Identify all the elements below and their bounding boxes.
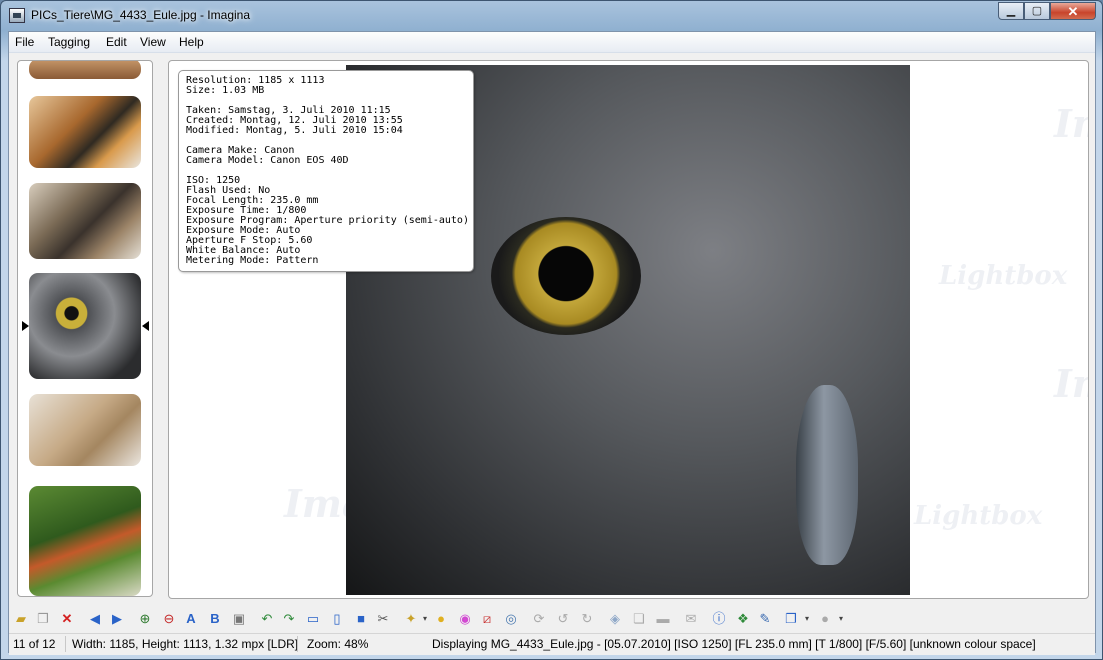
watermark-subtext: Lightbox [939, 261, 1068, 291]
exif-camera-model: Camera Model: Canon EOS 40D [186, 155, 349, 166]
fit-b-icon[interactable]: B [207, 611, 223, 627]
status-dimensions: Width: 1185, Height: 1113, 1.32 mpx [LDR… [72, 637, 299, 651]
chevron-down-icon[interactable]: ▾ [833, 611, 849, 627]
chevron-down-icon[interactable]: ▾ [417, 611, 433, 627]
fit-a-icon[interactable]: A [183, 611, 199, 627]
thumbnail-partial[interactable] [29, 61, 141, 79]
window-title: PICs_Tiere\MG_4433_Eule.jpg - Imagina [31, 8, 250, 22]
sync-icon[interactable]: ⟳ [531, 611, 547, 627]
open-folder-icon[interactable]: ▰ [13, 611, 29, 627]
exif-size: Size: 1.03 MB [186, 85, 265, 96]
undo-icon[interactable]: ↺ [555, 611, 571, 627]
histogram-icon[interactable]: ⧄ [479, 611, 495, 627]
exif-metering: Metering Mode: Pattern [186, 255, 319, 266]
crop-icon[interactable]: ✂ [375, 611, 391, 627]
fit-width-icon[interactable]: ▭ [305, 611, 321, 627]
info-icon[interactable]: ⓘ [711, 611, 727, 627]
pages-icon[interactable]: ❏ [631, 611, 647, 627]
thumbnail-filmstrip[interactable] [17, 60, 153, 597]
tag-icon[interactable]: ◈ [607, 611, 623, 627]
fit-height-icon[interactable]: ▯ [329, 611, 345, 627]
thumbnail-frog[interactable] [29, 486, 141, 596]
zoom-in-icon[interactable]: ⊕ [137, 611, 153, 627]
app-window: PICs_Tiere\MG_4433_Eule.jpg - Imagina ▁ … [0, 0, 1103, 660]
status-bar: 11 of 12 Width: 1185, Height: 1113, 1.32… [9, 633, 1095, 655]
owl-eye [491, 217, 641, 335]
selection-marker-left-icon [22, 321, 29, 331]
menu-help[interactable]: Help [179, 34, 204, 50]
window-controls: ▁ ▢ ✕ [998, 2, 1096, 20]
status-zoom: Zoom: 48% [307, 637, 369, 651]
client-area: File Tagging Edit View Help Imagina Ligh… [8, 31, 1096, 655]
slideshow-icon[interactable]: ❐ [783, 611, 799, 627]
status-info: Displaying MG_4433_Eule.jpg - [05.07.201… [432, 637, 1036, 651]
folder-icon[interactable]: ▬ [655, 611, 671, 627]
toolbar: ▰ ❐ ✕ ◀ ▶ ⊕ ⊖ A B ▣ ↶ ↷ ▭ ▯ ■ ✂ ✦ ▾ ● ◉ … [9, 607, 1095, 631]
menu-tagging[interactable]: Tagging [48, 34, 90, 50]
previous-image-icon[interactable]: ◀ [87, 611, 103, 627]
thumbnail-camel[interactable] [29, 394, 141, 466]
redo-icon[interactable]: ↻ [579, 611, 595, 627]
thumbnail-animal[interactable] [29, 183, 141, 259]
menu-bar: File Tagging Edit View Help [9, 32, 1095, 53]
selection-marker-right-icon [142, 321, 149, 331]
color-wheel-icon[interactable]: ◉ [457, 611, 473, 627]
zoom-out-icon[interactable]: ⊖ [161, 611, 177, 627]
minimize-button[interactable]: ▁ [998, 2, 1024, 20]
rotate-left-icon[interactable]: ↶ [259, 611, 275, 627]
settings-wrench-icon[interactable]: ✎ [757, 611, 773, 627]
owl-beak [796, 385, 858, 565]
watermark-text: Imagina [1054, 101, 1088, 146]
title-bar[interactable]: PICs_Tiere\MG_4433_Eule.jpg - Imagina ▁ … [1, 1, 1102, 31]
camera-icon[interactable]: ▣ [231, 611, 247, 627]
chevron-down-icon[interactable]: ▾ [799, 611, 815, 627]
app-icon[interactable] [9, 8, 25, 23]
thumbnail-tiger[interactable] [29, 96, 141, 168]
menu-edit[interactable]: Edit [106, 34, 127, 50]
menu-file[interactable]: File [15, 34, 34, 50]
exif-modified: Modified: Montag, 5. Juli 2010 15:04 [186, 125, 403, 136]
actual-size-icon[interactable]: ■ [353, 611, 369, 627]
image-viewer[interactable]: Imagina Lightbox Imagina Imagina Lightbo… [168, 60, 1089, 599]
globe-icon[interactable]: ● [817, 611, 833, 627]
thumbnail-owl-selected[interactable] [29, 273, 141, 379]
radar-icon[interactable]: ◎ [503, 611, 519, 627]
maximize-button[interactable]: ▢ [1024, 2, 1050, 20]
menu-view[interactable]: View [140, 34, 166, 50]
watermark-text: Imagina [1054, 361, 1088, 406]
lightbulb-icon[interactable]: ● [433, 611, 449, 627]
mail-icon[interactable]: ✉ [683, 611, 699, 627]
status-position: 11 of 12 [13, 637, 56, 651]
rotate-right-icon[interactable]: ↷ [281, 611, 297, 627]
close-window-button[interactable]: ✕ [1050, 2, 1096, 20]
watermark-subtext: Lightbox [914, 501, 1043, 531]
copy-files-icon[interactable]: ❐ [35, 611, 51, 627]
delete-icon[interactable]: ✕ [59, 611, 75, 627]
next-image-icon[interactable]: ▶ [109, 611, 125, 627]
windows-icon[interactable]: ❖ [735, 611, 751, 627]
exif-info-panel: Resolution: 1185 x 1113 Size: 1.03 MB Take… [178, 70, 474, 272]
